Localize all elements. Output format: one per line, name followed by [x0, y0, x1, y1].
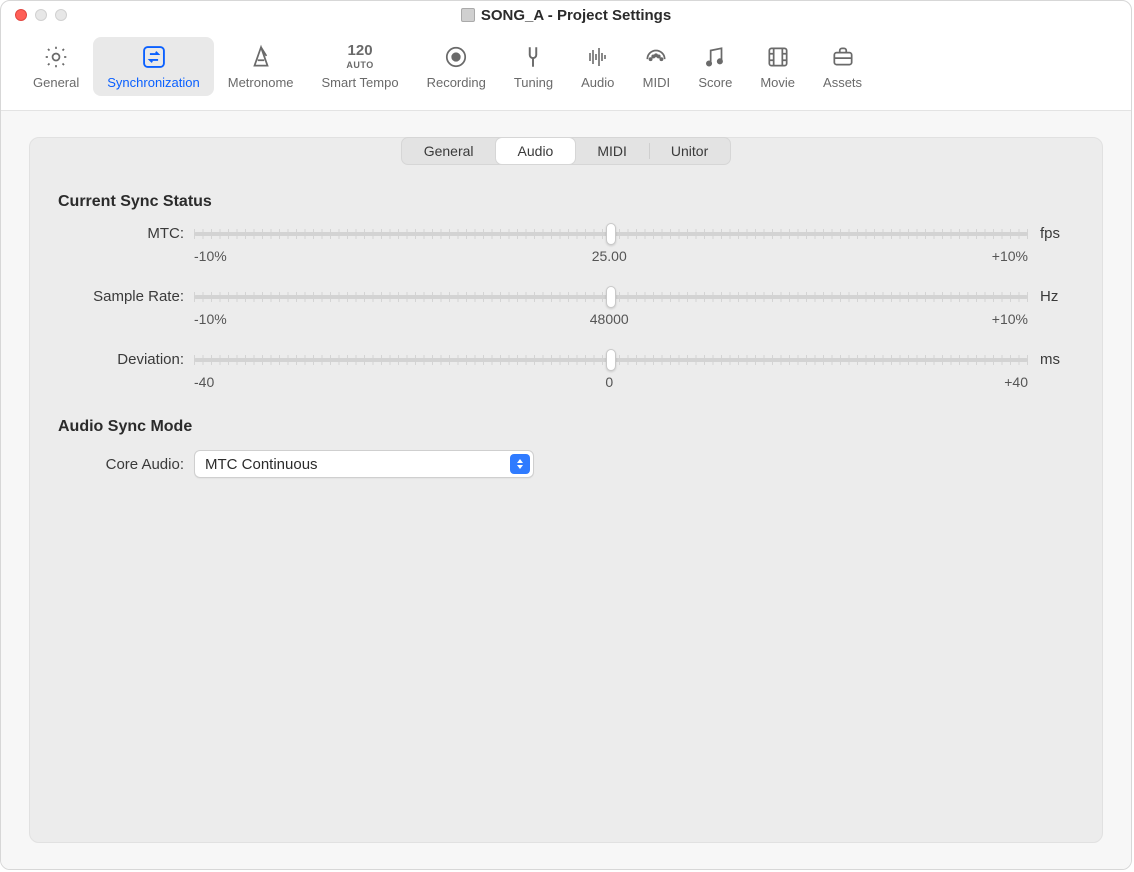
- row-deviation: Deviation: ms -40 0 +40: [58, 351, 1074, 390]
- scale-samplerate-left: -10%: [194, 311, 227, 327]
- toolbar-recording[interactable]: Recording: [413, 37, 500, 96]
- row-samplerate: Sample Rate: Hz -10% 48000 +10%: [58, 288, 1074, 327]
- window-minimize-button[interactable]: [35, 9, 47, 21]
- toolbar-general-label: General: [33, 75, 79, 90]
- tab-midi[interactable]: MIDI: [575, 138, 649, 164]
- sync-icon: [140, 43, 168, 71]
- toolbar-metronome[interactable]: Metronome: [214, 37, 308, 96]
- window-title: SONG_A - Project Settings: [1, 7, 1131, 24]
- slider-mtc[interactable]: [194, 226, 1028, 242]
- scale-samplerate-right: +10%: [992, 311, 1028, 327]
- toolbar-tuning-label: Tuning: [514, 75, 553, 90]
- toolbar-synchronization-label: Synchronization: [107, 75, 200, 90]
- traffic-lights: [1, 9, 67, 21]
- scale-mtc-left: -10%: [194, 248, 227, 264]
- scale-deviation-right: +40: [1004, 374, 1028, 390]
- smart-tempo-icon: 120AUTO: [346, 43, 374, 71]
- dropdown-core-audio-value: MTC Continuous: [205, 456, 318, 473]
- scale-mtc-right: +10%: [992, 248, 1028, 264]
- unit-mtc: fps: [1040, 225, 1074, 242]
- slider-mtc-thumb[interactable]: [606, 223, 616, 245]
- toolbar-score[interactable]: Score: [684, 37, 746, 96]
- toolbar-smart-tempo[interactable]: 120AUTO Smart Tempo: [308, 37, 413, 96]
- sync-panel: General Audio MIDI Unitor Current Sync S…: [29, 137, 1103, 843]
- slider-deviation-thumb[interactable]: [606, 349, 616, 371]
- label-mtc: MTC:: [58, 225, 184, 242]
- scale-samplerate-center: 48000: [590, 311, 629, 327]
- section-audio-sync-mode: Audio Sync Mode: [58, 418, 1074, 436]
- toolbar-synchronization[interactable]: Synchronization: [93, 37, 214, 96]
- toolbar-tuning[interactable]: Tuning: [500, 37, 567, 96]
- slider-samplerate-thumb[interactable]: [606, 286, 616, 308]
- toolbar-metronome-label: Metronome: [228, 75, 294, 90]
- toolbar-general[interactable]: General: [19, 37, 93, 96]
- notes-icon: [701, 43, 729, 71]
- gear-icon: [42, 43, 70, 71]
- toolbar-audio-label: Audio: [581, 75, 614, 90]
- toolbar-assets-label: Assets: [823, 75, 862, 90]
- waveform-icon: [584, 43, 612, 71]
- toolbar-midi[interactable]: MIDI: [628, 37, 684, 96]
- toolbar-score-label: Score: [698, 75, 732, 90]
- toolbar-assets[interactable]: Assets: [809, 37, 876, 96]
- unit-deviation: ms: [1040, 351, 1074, 368]
- toolbar-recording-label: Recording: [427, 75, 486, 90]
- label-deviation: Deviation:: [58, 351, 184, 368]
- toolbar-movie[interactable]: Movie: [746, 37, 809, 96]
- section-sync-status: Current Sync Status: [58, 193, 1074, 211]
- toolbar: General Synchronization Metronome 120AUT…: [1, 29, 1131, 111]
- window-zoom-button[interactable]: [55, 9, 67, 21]
- tab-unitor[interactable]: Unitor: [649, 138, 730, 164]
- toolbar-movie-label: Movie: [760, 75, 795, 90]
- sync-tabs: General Audio MIDI Unitor: [401, 137, 732, 165]
- midi-icon: [642, 43, 670, 71]
- tab-audio[interactable]: Audio: [496, 138, 576, 164]
- window-title-text: SONG_A - Project Settings: [481, 7, 671, 24]
- toolbar-smart-tempo-label: Smart Tempo: [322, 75, 399, 90]
- app-icon: [461, 8, 475, 22]
- briefcase-icon: [829, 43, 857, 71]
- film-icon: [764, 43, 792, 71]
- tab-general[interactable]: General: [402, 138, 496, 164]
- settings-window: SONG_A - Project Settings General Synchr…: [0, 0, 1132, 870]
- window-close-button[interactable]: [15, 9, 27, 21]
- toolbar-audio[interactable]: Audio: [567, 37, 628, 96]
- row-core-audio: Core Audio: MTC Continuous: [58, 450, 1074, 478]
- label-samplerate: Sample Rate:: [58, 288, 184, 305]
- scale-mtc-center: 25.00: [592, 248, 627, 264]
- scale-deviation-left: -40: [194, 374, 214, 390]
- toolbar-midi-label: MIDI: [643, 75, 670, 90]
- chevron-updown-icon: [510, 454, 530, 474]
- dropdown-core-audio[interactable]: MTC Continuous: [194, 450, 534, 478]
- slider-deviation[interactable]: [194, 352, 1028, 368]
- row-mtc: MTC: fps -10% 25.00 +10%: [58, 225, 1074, 264]
- tuning-fork-icon: [519, 43, 547, 71]
- metronome-icon: [247, 43, 275, 71]
- unit-samplerate: Hz: [1040, 288, 1074, 305]
- record-icon: [442, 43, 470, 71]
- titlebar: SONG_A - Project Settings: [1, 1, 1131, 29]
- scale-deviation-center: 0: [605, 374, 613, 390]
- content-area: General Audio MIDI Unitor Current Sync S…: [1, 111, 1131, 869]
- label-core-audio: Core Audio:: [58, 456, 184, 473]
- slider-samplerate[interactable]: [194, 289, 1028, 305]
